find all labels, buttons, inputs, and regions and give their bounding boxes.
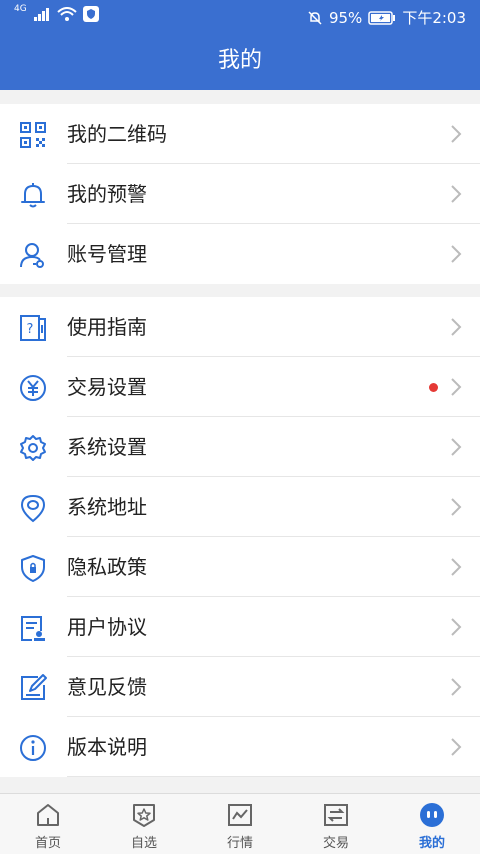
menu-item-label: 账号管理: [67, 242, 147, 266]
agreement-icon: [21, 616, 45, 641]
menu-item-label: 用户协议: [67, 615, 147, 639]
menu-item-label: 交易设置: [67, 375, 147, 399]
chevron-right-icon: [451, 378, 462, 396]
yuan-icon: [20, 375, 46, 401]
clock: 下午2:03: [402, 9, 466, 27]
account-section: 我的二维码 我的预警 账号管理: [0, 104, 480, 284]
network-label: 4G: [14, 4, 27, 14]
chevron-right-icon: [451, 678, 462, 696]
tab-label: 交易: [322, 836, 349, 851]
tab-label: 自选: [130, 836, 157, 851]
menu-item-label: 我的预警: [67, 182, 147, 206]
menu-item-feedback[interactable]: 意见反馈: [0, 657, 480, 717]
divider: [67, 776, 480, 777]
bell-icon: [21, 183, 45, 208]
tab-trade[interactable]: 交易: [288, 794, 384, 854]
menu-item-trade-settings[interactable]: 交易设置: [0, 357, 480, 417]
menu-item-qrcode[interactable]: 我的二维码: [0, 104, 480, 164]
tab-label: 我的: [418, 836, 445, 851]
location-icon: [20, 494, 46, 523]
chevron-right-icon: [451, 125, 462, 143]
tab-label: 行情: [226, 836, 253, 851]
wifi-icon: [57, 7, 77, 21]
menu-item-label: 版本说明: [67, 735, 147, 759]
tab-mine[interactable]: 我的: [384, 794, 480, 854]
tab-watchlist[interactable]: 自选: [96, 794, 192, 854]
menu-item-account[interactable]: 账号管理: [0, 224, 480, 284]
menu-item-alerts[interactable]: 我的预警: [0, 164, 480, 224]
menu-item-label: 隐私政策: [67, 555, 147, 579]
home-icon: [37, 804, 59, 826]
page-title: 我的: [0, 32, 480, 90]
menu-item-label: 意见反馈: [67, 675, 147, 699]
star-icon: [133, 804, 155, 827]
settings-section: ? 使用指南 交易设置 系统设置 系统地址 隐私政策 用户协议 意见反馈 版本说…: [0, 297, 480, 777]
chevron-right-icon: [451, 738, 462, 756]
profile-icon: [420, 803, 444, 827]
tab-label: 首页: [34, 836, 61, 851]
chevron-right-icon: [451, 498, 462, 516]
security-app-icon: [82, 6, 99, 22]
qr-code-icon: [20, 122, 46, 148]
chevron-right-icon: [451, 318, 462, 336]
menu-item-system-address[interactable]: 系统地址: [0, 477, 480, 537]
feedback-icon: [21, 674, 47, 700]
chevron-right-icon: [451, 618, 462, 636]
account-icon: [20, 243, 44, 268]
chevron-right-icon: [451, 185, 462, 203]
menu-item-label: 使用指南: [67, 315, 147, 339]
menu-item-user-agreement[interactable]: 用户协议: [0, 597, 480, 657]
menu-item-version[interactable]: 版本说明: [0, 717, 480, 777]
chevron-right-icon: [451, 245, 462, 263]
menu-item-guide[interactable]: ? 使用指南: [0, 297, 480, 357]
menu-item-label: 系统设置: [67, 435, 147, 459]
chart-icon: [228, 804, 252, 826]
bottom-tab-bar: 首页 自选 行情 交易 我的: [0, 793, 480, 854]
notification-dot: [429, 383, 438, 392]
signal-icon: [33, 8, 49, 21]
battery-percent: 95%: [328, 8, 363, 27]
guide-icon: ?: [20, 315, 46, 341]
mute-bell-icon: [308, 10, 322, 25]
chevron-right-icon: [451, 558, 462, 576]
menu-item-system-settings[interactable]: 系统设置: [0, 417, 480, 477]
exchange-icon: [324, 804, 348, 826]
info-icon: [20, 735, 46, 761]
menu-item-label: 系统地址: [67, 495, 147, 519]
menu-item-privacy[interactable]: 隐私政策: [0, 537, 480, 597]
battery-icon: [368, 10, 396, 25]
tab-market[interactable]: 行情: [192, 794, 288, 854]
shield-icon: [21, 555, 45, 582]
gear-icon: [20, 435, 46, 461]
chevron-right-icon: [451, 438, 462, 456]
svg-text:?: ?: [27, 322, 34, 337]
status-bar: 4G 95% 下午2:03: [0, 0, 480, 32]
tab-home[interactable]: 首页: [0, 794, 96, 854]
menu-item-label: 我的二维码: [67, 122, 167, 146]
